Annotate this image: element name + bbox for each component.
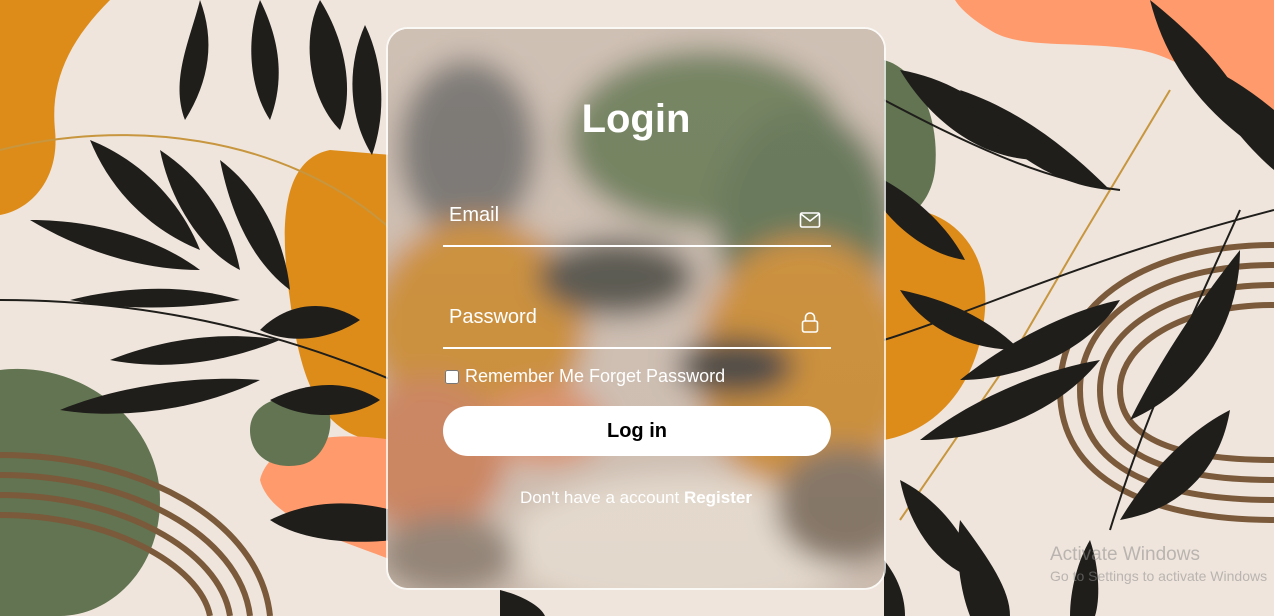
watermark-subtitle: Go to Settings to activate Windows [1050, 568, 1268, 584]
envelope-icon [799, 209, 821, 231]
remember-forget-label[interactable]: Remember Me Forget Password [465, 366, 725, 387]
password-field [443, 297, 831, 349]
remember-forget-row: Remember Me Forget Password [443, 366, 725, 387]
remember-me-checkbox[interactable] [445, 369, 459, 384]
activate-windows-watermark: Activate Windows Go to Settings to activ… [1050, 544, 1267, 584]
login-button[interactable]: Log in [443, 406, 831, 456]
watermark-title: Activate Windows [1050, 544, 1200, 565]
email-input[interactable] [443, 195, 789, 235]
register-row: Don't have a account Register [388, 488, 884, 508]
email-field [443, 195, 831, 247]
login-card: Login Remember Me Forget Password [386, 27, 886, 590]
password-input[interactable] [443, 297, 789, 337]
lock-icon [799, 311, 821, 333]
mustard-blob-top-left [0, 0, 110, 215]
register-link[interactable]: Register [684, 488, 752, 507]
login-title: Login [581, 97, 691, 141]
register-prompt: Don't have a account [520, 488, 680, 507]
